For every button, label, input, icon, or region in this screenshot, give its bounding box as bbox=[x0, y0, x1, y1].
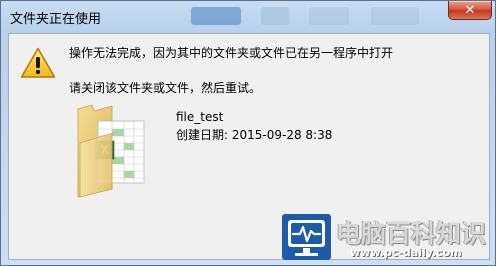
dialog-content: 操作无法完成，因为其中的文件夹或文件已在另一程序中打开 请关闭该文件夹或文件，然… bbox=[8, 33, 490, 260]
file-created-date: 创建日期: 2015-09-28 8:38 bbox=[176, 128, 333, 142]
background-ribbon-ghost bbox=[151, 1, 441, 27]
window-title: 文件夹正在使用 bbox=[10, 12, 102, 27]
dialog-window: 文件夹正在使用 ✕ 操作无法完成，因为其中的文件夹或文件已在另一程序中打开 请关… bbox=[0, 0, 496, 266]
folder-with-excel-icon: X bbox=[77, 104, 145, 198]
close-button[interactable]: ✕ bbox=[448, 1, 492, 20]
ghost-tab bbox=[191, 7, 241, 25]
ghost-tab bbox=[261, 7, 289, 25]
instruction-message: 请关闭该文件夹或文件，然后重试。 bbox=[69, 81, 262, 95]
warning-icon bbox=[20, 47, 56, 78]
close-icon: ✕ bbox=[464, 2, 476, 18]
file-name: file_test bbox=[176, 110, 224, 124]
error-message: 操作无法完成，因为其中的文件夹或文件已在另一程序中打开 bbox=[69, 46, 394, 60]
ghost-tab bbox=[309, 7, 349, 25]
ghost-tab bbox=[371, 7, 419, 25]
title-bar[interactable]: 文件夹正在使用 ✕ bbox=[1, 1, 496, 33]
